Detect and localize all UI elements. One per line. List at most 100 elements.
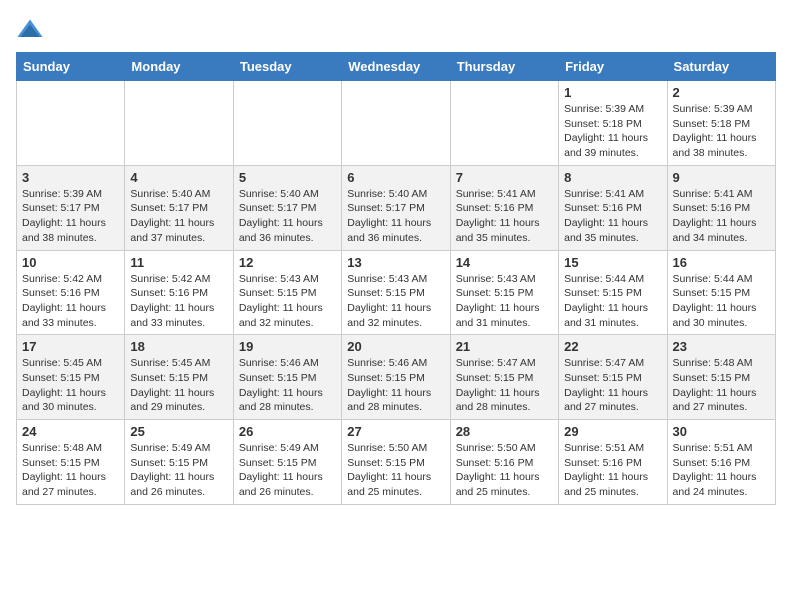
day-cell-8: 8Sunrise: 5:41 AMSunset: 5:16 PMDaylight… (559, 165, 667, 250)
day-info: Sunrise: 5:43 AMSunset: 5:15 PMDaylight:… (239, 272, 336, 331)
day-info: Sunrise: 5:47 AMSunset: 5:15 PMDaylight:… (564, 356, 661, 415)
day-info: Sunrise: 5:42 AMSunset: 5:16 PMDaylight:… (130, 272, 227, 331)
day-cell-26: 26 Sunrise: 5:49 AMSunset: 5:15 PMDayligh… (233, 420, 341, 505)
day-info: Sunrise: 5:47 AMSunset: 5:15 PMDaylight:… (456, 356, 553, 415)
day-cell-empty (342, 81, 450, 166)
day-cell-4: 4 Sunrise: 5:40 AMSunset: 5:17 PMDaylight… (125, 165, 233, 250)
calendar-header-row: SundayMondayTuesdayWednesdayThursdayFrid… (17, 53, 776, 81)
day-info: Sunrise: 5:40 AMSunset: 5:17 PMDaylight:… (130, 187, 227, 246)
day-cell-20: 20 Sunrise: 5:46 AMSunset: 5:15 PMDayligh… (342, 335, 450, 420)
page-header (16, 16, 776, 44)
day-number: 26 (239, 424, 336, 439)
day-number: 24 (22, 424, 119, 439)
day-cell-2: 2 Sunrise: 5:39 AMSunset: 5:18 PMDaylight… (667, 81, 775, 166)
day-info: Sunrise: 5:49 AMSunset: 5:15 PMDaylight:… (130, 441, 227, 500)
day-number: 7 (456, 170, 553, 185)
day-number: 13 (347, 255, 444, 270)
logo (16, 16, 48, 44)
day-info: Sunrise: 5:43 AMSunset: 5:15 PMDaylight:… (456, 272, 553, 331)
day-cell-empty (125, 81, 233, 166)
day-cell-24: 24 Sunrise: 5:48 AMSunset: 5:15 PMDayligh… (17, 420, 125, 505)
day-cell-12: 12 Sunrise: 5:43 AMSunset: 5:15 PMDayligh… (233, 250, 341, 335)
day-number: 12 (239, 255, 336, 270)
day-info: Sunrise: 5:41 AMSunset: 5:16 PMDaylight:… (456, 187, 553, 246)
day-info: Sunrise: 5:40 AMSunset: 5:17 PMDaylight:… (239, 187, 336, 246)
day-cell-17: 17 Sunrise: 5:45 AMSunset: 5:15 PMDayligh… (17, 335, 125, 420)
day-number: 22 (564, 339, 661, 354)
day-info: Sunrise: 5:39 AMSunset: 5:17 PMDaylight:… (22, 187, 119, 246)
day-number: 2 (673, 85, 770, 100)
day-number: 1 (564, 85, 661, 100)
header-friday: Friday (559, 53, 667, 81)
day-info: Sunrise: 5:46 AMSunset: 5:15 PMDaylight:… (239, 356, 336, 415)
day-number: 30 (673, 424, 770, 439)
day-cell-11: 11 Sunrise: 5:42 AMSunset: 5:16 PMDayligh… (125, 250, 233, 335)
day-info: Sunrise: 5:42 AMSunset: 5:16 PMDaylight:… (22, 272, 119, 331)
day-cell-5: 5 Sunrise: 5:40 AMSunset: 5:17 PMDaylight… (233, 165, 341, 250)
week-row-2: 3 Sunrise: 5:39 AMSunset: 5:17 PMDaylight… (17, 165, 776, 250)
day-number: 27 (347, 424, 444, 439)
day-cell-19: 19 Sunrise: 5:46 AMSunset: 5:15 PMDayligh… (233, 335, 341, 420)
day-number: 3 (22, 170, 119, 185)
day-info: Sunrise: 5:45 AMSunset: 5:15 PMDaylight:… (130, 356, 227, 415)
header-wednesday: Wednesday (342, 53, 450, 81)
day-info: Sunrise: 5:44 AMSunset: 5:15 PMDaylight:… (564, 272, 661, 331)
day-info: Sunrise: 5:51 AMSunset: 5:16 PMDaylight:… (673, 441, 770, 500)
day-cell-28: 28Sunrise: 5:50 AMSunset: 5:16 PMDayligh… (450, 420, 558, 505)
calendar-table: SundayMondayTuesdayWednesdayThursdayFrid… (16, 52, 776, 505)
day-cell-1: 1 Sunrise: 5:39 AMSunset: 5:18 PMDaylight… (559, 81, 667, 166)
day-info: Sunrise: 5:39 AMSunset: 5:18 PMDaylight:… (564, 102, 661, 161)
day-cell-23: 23 Sunrise: 5:48 AMSunset: 5:15 PMDayligh… (667, 335, 775, 420)
day-number: 20 (347, 339, 444, 354)
day-cell-15: 15 Sunrise: 5:44 AMSunset: 5:15 PMDayligh… (559, 250, 667, 335)
day-number: 11 (130, 255, 227, 270)
day-cell-14: 14 Sunrise: 5:43 AMSunset: 5:15 PMDayligh… (450, 250, 558, 335)
logo-icon (16, 16, 44, 44)
week-row-1: 1 Sunrise: 5:39 AMSunset: 5:18 PMDaylight… (17, 81, 776, 166)
day-cell-29: 29Sunrise: 5:51 AMSunset: 5:16 PMDayligh… (559, 420, 667, 505)
day-number: 15 (564, 255, 661, 270)
day-cell-21: 21 Sunrise: 5:47 AMSunset: 5:15 PMDayligh… (450, 335, 558, 420)
header-tuesday: Tuesday (233, 53, 341, 81)
day-info: Sunrise: 5:39 AMSunset: 5:18 PMDaylight:… (673, 102, 770, 161)
day-number: 14 (456, 255, 553, 270)
week-row-5: 24 Sunrise: 5:48 AMSunset: 5:15 PMDayligh… (17, 420, 776, 505)
day-cell-empty (233, 81, 341, 166)
day-cell-empty (450, 81, 558, 166)
day-info: Sunrise: 5:41 AMSunset: 5:16 PMDaylight:… (673, 187, 770, 246)
day-info: Sunrise: 5:48 AMSunset: 5:15 PMDaylight:… (22, 441, 119, 500)
day-cell-18: 18 Sunrise: 5:45 AMSunset: 5:15 PMDayligh… (125, 335, 233, 420)
day-number: 28 (456, 424, 553, 439)
day-cell-13: 13 Sunrise: 5:43 AMSunset: 5:15 PMDayligh… (342, 250, 450, 335)
day-info: Sunrise: 5:46 AMSunset: 5:15 PMDaylight:… (347, 356, 444, 415)
day-number: 23 (673, 339, 770, 354)
day-info: Sunrise: 5:48 AMSunset: 5:15 PMDaylight:… (673, 356, 770, 415)
day-cell-10: 10 Sunrise: 5:42 AMSunset: 5:16 PMDayligh… (17, 250, 125, 335)
day-number: 5 (239, 170, 336, 185)
day-info: Sunrise: 5:49 AMSunset: 5:15 PMDaylight:… (239, 441, 336, 500)
day-cell-22: 22 Sunrise: 5:47 AMSunset: 5:15 PMDayligh… (559, 335, 667, 420)
day-info: Sunrise: 5:45 AMSunset: 5:15 PMDaylight:… (22, 356, 119, 415)
day-number: 16 (673, 255, 770, 270)
day-cell-9: 9 Sunrise: 5:41 AMSunset: 5:16 PMDaylight… (667, 165, 775, 250)
day-number: 19 (239, 339, 336, 354)
day-number: 21 (456, 339, 553, 354)
day-number: 29 (564, 424, 661, 439)
day-cell-6: 6Sunrise: 5:40 AMSunset: 5:17 PMDaylight… (342, 165, 450, 250)
day-info: Sunrise: 5:50 AMSunset: 5:15 PMDaylight:… (347, 441, 444, 500)
day-cell-empty (17, 81, 125, 166)
day-info: Sunrise: 5:43 AMSunset: 5:15 PMDaylight:… (347, 272, 444, 331)
day-number: 18 (130, 339, 227, 354)
week-row-3: 10 Sunrise: 5:42 AMSunset: 5:16 PMDayligh… (17, 250, 776, 335)
header-thursday: Thursday (450, 53, 558, 81)
day-number: 6 (347, 170, 444, 185)
day-cell-16: 16Sunrise: 5:44 AMSunset: 5:15 PMDayligh… (667, 250, 775, 335)
day-number: 10 (22, 255, 119, 270)
header-sunday: Sunday (17, 53, 125, 81)
day-number: 9 (673, 170, 770, 185)
day-cell-30: 30 Sunrise: 5:51 AMSunset: 5:16 PMDayligh… (667, 420, 775, 505)
day-number: 4 (130, 170, 227, 185)
header-monday: Monday (125, 53, 233, 81)
day-info: Sunrise: 5:41 AMSunset: 5:16 PMDaylight:… (564, 187, 661, 246)
day-number: 17 (22, 339, 119, 354)
